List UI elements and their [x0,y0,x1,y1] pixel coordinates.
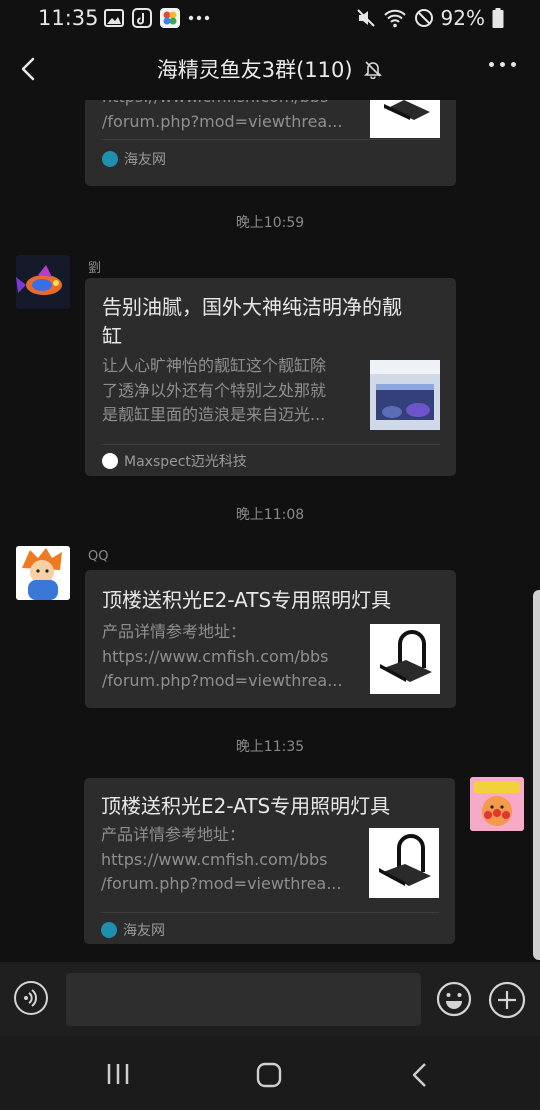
link-card-divider [102,444,440,445]
lamp-product-image [370,624,440,694]
bell-off-icon [364,61,383,80]
haiyouwang-icon [101,922,117,938]
battery-icon [492,8,504,28]
link-card-divider [101,912,439,913]
message-list[interactable]: https://www.cmfish.com/bbs /forum.php?mo… [0,100,540,962]
link-card-thumbnail [370,100,440,138]
battery-percent: 92% [440,6,485,30]
timestamp: 晚上11:08 [235,507,305,523]
link-card-description: 让人心旷神怡的靓缸这个靓缸除 了透净以外还有个特别之处那就 是靓缸里面的造浪是来… [102,356,327,424]
image-icon [104,9,124,27]
back-icon[interactable] [410,1062,430,1088]
link-card-source: 海友网 [102,149,166,169]
link-card-source-label: 海友网 [123,923,165,939]
avatar[interactable] [470,777,524,831]
sender-name: 劉 [88,261,102,276]
mandarin-fish-avatar [16,255,70,309]
more-options-button[interactable] [489,62,516,67]
home-icon[interactable] [256,1062,282,1088]
link-card[interactable]: 顶楼送积光E2-ATS专用照明灯具 产品详情参考地址： https://www.… [85,570,456,708]
chat-title-text: 海精灵鱼友3群(110) [156,58,353,82]
wifi-icon [383,9,406,28]
voice-icon [24,989,37,1007]
system-nav-bar [0,1036,540,1110]
timestamp: 晚上10:59 [235,215,305,231]
link-card-title: 顶楼送积光E2-ATS专用照明灯具 [102,588,392,612]
chat-header: 海精灵鱼友3群(110) [0,38,540,100]
message-input[interactable] [66,973,421,1026]
status-bar: 11:35 92% [0,0,540,38]
dnd-icon [414,9,433,27]
link-card-title: 顶楼送积光E2-ATS专用照明灯具 [101,794,391,818]
status-time: 11:35 [38,6,99,30]
link-card-source: Maxspect迈光科技 [102,451,247,471]
avatar[interactable] [16,255,70,309]
link-card-description: 产品详情参考地址： https://www.cmfish.com/bbs /fo… [101,825,342,893]
link-card-source-label: Maxspect迈光科技 [124,454,247,470]
timestamp: 晚上11:35 [235,739,305,755]
link-card-description: 产品详情参考地址： https://www.cmfish.com/bbs /fo… [102,622,343,690]
link-card-description: https://www.cmfish.com/bbs /forum.php?mo… [102,100,343,131]
status-system-icons: 92% [356,6,504,30]
cartoon-boy-avatar [16,546,70,600]
chat-title[interactable]: 海精灵鱼友3群(110) [0,54,540,84]
link-card-source-label: 海友网 [124,152,166,168]
photos-icon [160,8,180,28]
scroll-handle[interactable] [533,590,540,960]
haiyouwang-icon [102,151,118,167]
more-dots-icon [188,15,210,21]
link-card-source: 海友网 [101,920,165,940]
anpanman-avatar [470,777,524,831]
link-card[interactable]: 告别油腻，国外大神纯洁明净的靓 缸 让人心旷神怡的靓缸这个靓缸除 了透净以外还有… [85,278,456,476]
mute-icon [356,9,375,27]
plus-icon[interactable] [488,981,526,1019]
tiktok-icon [132,8,152,28]
recent-apps-icon[interactable] [106,1062,130,1086]
aquarium-image [370,360,440,430]
link-card[interactable]: https://www.cmfish.com/bbs /forum.php?mo… [85,100,456,186]
maxspect-icon [102,453,118,469]
lamp-product-image [369,828,439,898]
link-card-divider [102,139,440,140]
link-card-thumbnail [370,360,440,430]
emoji-icon[interactable] [436,981,472,1017]
input-bar [0,962,540,1036]
avatar[interactable] [16,546,70,600]
link-card-thumbnail [369,828,439,898]
voice-button[interactable] [14,981,48,1015]
link-card-title: 告别油腻，国外大神纯洁明净的靓 缸 [102,295,402,348]
link-card-thumbnail [370,624,440,694]
lamp-product-image [370,100,440,138]
link-card[interactable]: 顶楼送积光E2-ATS专用照明灯具 产品详情参考地址： https://www.… [84,778,455,944]
status-notification-icons [104,8,210,28]
sender-name: QQ [88,549,109,564]
